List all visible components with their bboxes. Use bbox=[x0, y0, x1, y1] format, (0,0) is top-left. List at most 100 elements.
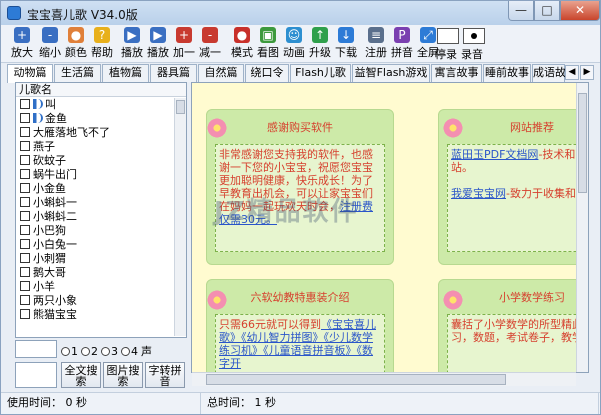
list-item[interactable]: 金鱼 bbox=[16, 112, 174, 126]
song-name: 金鱼 bbox=[45, 112, 67, 125]
song-checkbox[interactable] bbox=[20, 281, 30, 291]
search-keyword-input[interactable] bbox=[15, 340, 57, 358]
maximize-button[interactable]: □ bbox=[534, 1, 560, 21]
song-name: 鹅大哥 bbox=[33, 266, 66, 279]
card-bundle-title: 六软幼教特惠装介绍 bbox=[250, 291, 350, 304]
toolbar-label: 看图 bbox=[257, 46, 279, 59]
toolbar-zoom-out-button[interactable]: - 缩小 bbox=[37, 27, 63, 61]
toolbar-palette-button[interactable]: ● 颜色 bbox=[63, 27, 89, 61]
tab-0[interactable]: 动物篇 bbox=[7, 64, 53, 83]
minimize-button[interactable]: — bbox=[508, 1, 534, 21]
list-item[interactable]: 小蝌蚪二 bbox=[16, 210, 174, 224]
content-horizontal-scrollbar[interactable] bbox=[192, 372, 576, 386]
song-list-scroll-thumb[interactable] bbox=[176, 100, 185, 114]
content-vertical-scrollbar[interactable] bbox=[576, 83, 588, 372]
song-checkbox[interactable] bbox=[20, 211, 30, 221]
list-item[interactable]: 小羊 bbox=[16, 280, 174, 294]
song-checkbox[interactable] bbox=[20, 99, 30, 109]
tab-5[interactable]: 绕口令 bbox=[245, 64, 289, 82]
list-item[interactable]: 小白兔一 bbox=[16, 238, 174, 252]
pdf-site-link[interactable]: 蓝田玉PDF文档网 bbox=[451, 148, 538, 161]
tab-10[interactable]: 成语故事 bbox=[532, 64, 577, 82]
tab-scroll-left-button[interactable]: ◀ bbox=[565, 65, 579, 80]
song-name: 小羊 bbox=[33, 280, 55, 293]
toolbar-help-button[interactable]: ? 帮助 bbox=[89, 27, 115, 61]
song-list-scrollbar[interactable] bbox=[174, 98, 186, 336]
song-name: 小金鱼 bbox=[33, 182, 66, 195]
tone-3-radio[interactable] bbox=[101, 347, 110, 356]
song-checkbox[interactable] bbox=[20, 253, 30, 263]
toolbar-picture-button[interactable]: ▣ 看图 bbox=[255, 27, 281, 61]
toolbar-play-all-button[interactable]: ▶ 播放 bbox=[145, 27, 171, 61]
tab-7[interactable]: 益智Flash游戏 bbox=[352, 64, 430, 82]
list-item[interactable]: 小刺猬 bbox=[16, 252, 174, 266]
tone-4-radio[interactable] bbox=[121, 347, 130, 356]
song-checkbox[interactable] bbox=[20, 225, 30, 235]
song-checkbox[interactable] bbox=[20, 239, 30, 249]
song-checkbox[interactable] bbox=[20, 169, 30, 179]
mode-label: 录音 bbox=[461, 48, 483, 61]
tab-scroll-right-button[interactable]: ▶ bbox=[580, 65, 594, 80]
zoom-out-icon: - bbox=[42, 27, 58, 43]
tab-4[interactable]: 自然篇 bbox=[198, 64, 244, 82]
toolbar-label: 缩小 bbox=[39, 46, 61, 59]
tab-1[interactable]: 生活篇 bbox=[54, 64, 101, 82]
fullscreen-icon: ⤢ bbox=[420, 27, 436, 43]
tab-2[interactable]: 植物篇 bbox=[102, 64, 149, 82]
toolbar-zoom-in-button[interactable]: + 放大 bbox=[9, 27, 35, 61]
tone-2-radio[interactable] bbox=[81, 347, 90, 356]
record-toggle[interactable] bbox=[463, 28, 485, 44]
image-search-button[interactable]: 图片搜索 bbox=[103, 362, 143, 388]
song-name: 叫 bbox=[45, 98, 56, 111]
song-checkbox[interactable] bbox=[20, 267, 30, 277]
tab-9[interactable]: 睡前故事 bbox=[483, 64, 531, 82]
main-window: 宝宝喜儿歌 V34.0版 — □ ✕ + 放大 - 缩小 ● 颜色? 帮助 ▶ 播放 ▶ 播放 + 加一… bbox=[0, 0, 601, 415]
tab-6[interactable]: Flash儿歌 bbox=[290, 64, 351, 82]
list-item[interactable]: 砍蚊子 bbox=[16, 154, 174, 168]
fulltext-search-button[interactable]: 全文搜索 bbox=[61, 362, 101, 388]
tone-1-radio[interactable] bbox=[61, 347, 70, 356]
list-item[interactable]: 叫 bbox=[16, 98, 174, 112]
song-checkbox[interactable] bbox=[20, 183, 30, 193]
toolbar: + 放大 - 缩小 ● 颜色? 帮助 ▶ 播放 ▶ 播放 + 加一 - 减一 ● 模式 ▣ 看图 ☺ 动画 ↑ 升级 ↓ 下载 ≡… bbox=[1, 25, 600, 63]
list-item[interactable]: 两只小象 bbox=[16, 294, 174, 308]
card-thanks: 感谢购买软件 非常感谢您支持我的软件，也感谢一下您的小宝宝，祝愿您宝宝更加聪明健… bbox=[206, 109, 394, 265]
tab-8[interactable]: 寓言故事 bbox=[431, 64, 482, 82]
tab-3[interactable]: 器具篇 bbox=[150, 64, 197, 82]
toolbar-download-button[interactable]: ↓ 下载 bbox=[333, 27, 359, 61]
song-checkbox[interactable] bbox=[20, 295, 30, 305]
list-item[interactable]: 熊猫宝宝 bbox=[16, 308, 174, 322]
content-hscroll-thumb[interactable] bbox=[206, 374, 506, 385]
toolbar-plus-one-button[interactable]: + 加一 bbox=[171, 27, 197, 61]
list-item[interactable]: 大雁落地飞不了 bbox=[16, 126, 174, 140]
toolbar-animation-button[interactable]: ☺ 动画 bbox=[281, 27, 307, 61]
content-scroll-thumb[interactable] bbox=[578, 93, 587, 193]
song-checkbox[interactable] bbox=[20, 155, 30, 165]
toolbar-register-button[interactable]: ≡ 注册 bbox=[363, 27, 389, 61]
toolbar-pinyin-button[interactable]: P 拼音 bbox=[389, 27, 415, 61]
toolbar-play-button[interactable]: ▶ 播放 bbox=[119, 27, 145, 61]
close-button[interactable]: ✕ bbox=[560, 1, 600, 21]
list-item[interactable]: 燕子 bbox=[16, 140, 174, 154]
song-checkbox[interactable] bbox=[20, 197, 30, 207]
song-list: 叫金鱼 大雁落地飞不了 燕子 砍蚊子 蜗牛出门 小金鱼 小蝌蚪一 小蝌蚪二 小巴狗 小白兔一 小刺猬… bbox=[16, 98, 174, 322]
list-item[interactable]: 小巴狗 bbox=[16, 224, 174, 238]
stop-record-toggle[interactable] bbox=[437, 28, 459, 44]
toolbar-minus-one-button[interactable]: - 减一 bbox=[197, 27, 223, 61]
song-list-header: 儿歌名 bbox=[16, 83, 186, 97]
flower-icon bbox=[206, 289, 228, 311]
list-item[interactable]: 蜗牛出门 bbox=[16, 168, 174, 182]
baby-site-link[interactable]: 我爱宝宝网 bbox=[451, 187, 506, 200]
song-checkbox[interactable] bbox=[20, 309, 30, 319]
song-checkbox[interactable] bbox=[20, 127, 30, 137]
search-secondary-input[interactable] bbox=[15, 362, 57, 388]
toolbar-upgrade-button[interactable]: ↑ 升级 bbox=[307, 27, 333, 61]
char-to-pinyin-button[interactable]: 字转拼音 bbox=[145, 362, 185, 388]
tone-label: 3 bbox=[111, 345, 118, 358]
list-item[interactable]: 鹅大哥 bbox=[16, 266, 174, 280]
song-checkbox[interactable] bbox=[20, 113, 30, 123]
toolbar-mode-button[interactable]: ● 模式 bbox=[229, 27, 255, 61]
list-item[interactable]: 小蝌蚪一 bbox=[16, 196, 174, 210]
song-checkbox[interactable] bbox=[20, 141, 30, 151]
list-item[interactable]: 小金鱼 bbox=[16, 182, 174, 196]
